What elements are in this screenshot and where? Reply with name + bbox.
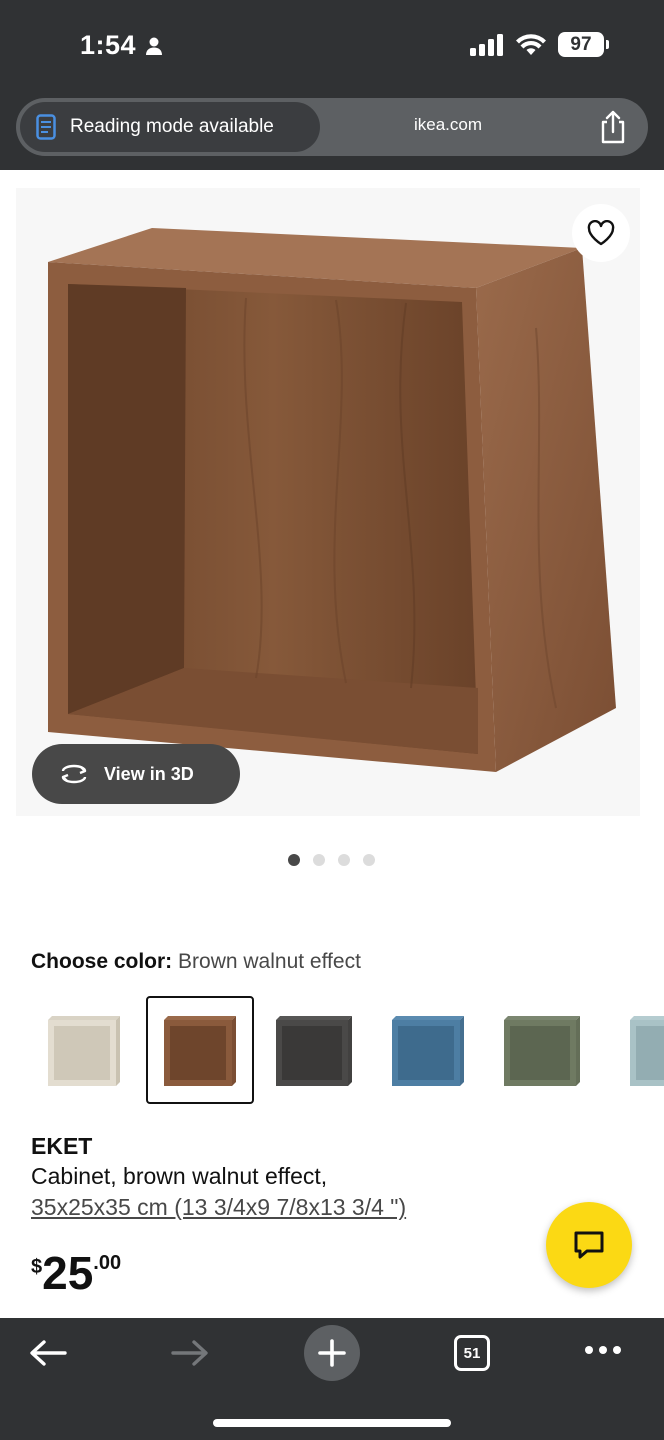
status-bar: 1:54 97	[0, 0, 664, 92]
more-dots-icon	[585, 1346, 621, 1354]
chat-button[interactable]	[546, 1202, 632, 1288]
forward-arrow-icon	[171, 1340, 208, 1366]
swatch-dark-grey[interactable]	[260, 996, 368, 1104]
color-swatches	[30, 996, 664, 1108]
swatch-cabinet-beige	[48, 1016, 120, 1086]
swatch-cabinet-walnut	[164, 1016, 236, 1086]
url-domain[interactable]: ikea.com	[414, 115, 482, 135]
wifi-icon	[516, 33, 546, 55]
pagination-dot[interactable]	[288, 854, 300, 866]
cabinet-image	[48, 228, 616, 772]
reading-mode-button[interactable]: Reading mode available	[20, 102, 320, 152]
pagination-dot[interactable]	[338, 854, 350, 866]
tab-switcher-button[interactable]: 51	[454, 1335, 490, 1371]
swatch-beige[interactable]	[30, 996, 138, 1104]
swatch-cabinet-blue	[392, 1016, 464, 1086]
product-size-link[interactable]: 35x25x35 cm (13 3/4x9 7/8x13 3/4 ")	[31, 1194, 406, 1221]
new-tab-button[interactable]	[304, 1325, 360, 1381]
browser-address-area: Reading mode available ikea.com	[0, 92, 664, 170]
plus-icon	[318, 1339, 346, 1367]
swatch-brown-walnut[interactable]	[146, 996, 254, 1104]
forward-button[interactable]	[170, 1338, 210, 1368]
reading-mode-icon	[36, 114, 56, 140]
reading-mode-label: Reading mode available	[70, 116, 274, 137]
more-menu-button[interactable]	[584, 1344, 622, 1356]
rotate-3d-icon	[61, 764, 87, 784]
view-in-3d-label: View in 3D	[104, 763, 194, 784]
status-time: 1:54	[80, 30, 164, 61]
pagination-dot[interactable]	[313, 854, 325, 866]
status-icons: 97	[470, 32, 609, 57]
address-bar[interactable]: Reading mode available ikea.com	[16, 98, 648, 156]
product-description: Cabinet, brown walnut effect,	[31, 1163, 328, 1189]
color-selector-label: Choose color: Brown walnut effect	[31, 950, 361, 973]
swatch-cabinet-light-blue	[630, 1016, 664, 1086]
signal-icon	[470, 33, 503, 56]
back-arrow-icon	[30, 1340, 67, 1366]
view-in-3d-button[interactable]: View in 3D	[32, 744, 240, 804]
swatch-blue[interactable]	[374, 996, 482, 1104]
battery-icon: 97	[558, 32, 609, 57]
swatch-green[interactable]	[488, 996, 596, 1104]
product-image[interactable]	[16, 188, 640, 816]
swatch-cabinet-green	[504, 1016, 580, 1086]
favorite-button[interactable]	[572, 204, 630, 262]
image-pagination	[288, 854, 375, 866]
home-indicator	[213, 1419, 451, 1427]
pagination-dot[interactable]	[363, 854, 375, 866]
product-price: $ 25 .00	[31, 1247, 122, 1299]
heart-icon	[587, 220, 615, 246]
share-icon[interactable]	[598, 110, 628, 144]
back-button[interactable]	[28, 1338, 68, 1368]
product-name: EKET	[31, 1133, 93, 1159]
selected-color: Brown walnut effect	[178, 950, 361, 973]
swatch-light-blue[interactable]	[602, 996, 664, 1104]
swatch-cabinet-dark-grey	[276, 1016, 352, 1086]
tab-count-icon: 51	[454, 1335, 490, 1371]
person-icon	[146, 37, 163, 55]
chat-icon	[574, 1231, 604, 1259]
